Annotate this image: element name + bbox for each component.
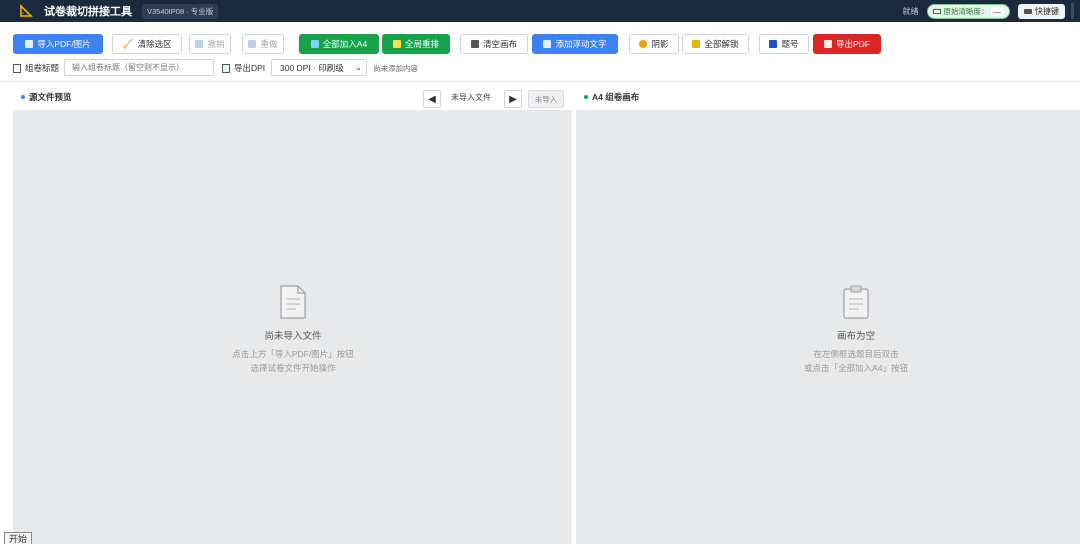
clear-selection-button[interactable]: 🧹 清除选区 [112, 34, 182, 54]
export-pdf-label: 导出PDF [835, 39, 870, 49]
canvas-empty-state: 画布为空 在左侧框选题目后双击 或点击「全部加入A4」按钮 [756, 284, 956, 375]
toolbar-divider [0, 81, 1080, 82]
clarity-label: 原始清晰度： [943, 6, 989, 16]
clarity-badge: 原始清晰度： — [926, 3, 1010, 19]
question-number-label: 题号 [781, 39, 799, 49]
add-all-a4-label: 全部加入A4 [322, 39, 368, 49]
clear-selection-label: 清除选区 [137, 39, 172, 49]
source-preview-title: 源文件预览 [29, 92, 72, 102]
source-empty-line2: 选择试卷文件开始操作 [250, 363, 336, 373]
question-number-button[interactable]: 题号 [759, 34, 809, 54]
download-icon [310, 40, 319, 48]
canvas-empty-hint: 在左侧框选题目后双击 或点击「全部加入A4」按钮 [756, 347, 956, 375]
add-all-a4-button[interactable]: 全部加入A4 [299, 34, 379, 54]
title-label: 组卷标题 [13, 62, 59, 74]
broom-icon: 🧹 [122, 38, 134, 49]
folder-icon [25, 40, 34, 48]
status-text: 就绪 [902, 6, 919, 16]
document-icon [543, 40, 552, 48]
canvas-empty-title: 画布为空 [836, 331, 875, 342]
undo-icon [195, 40, 204, 48]
dpi-select[interactable]: 300 DPI · 印刷级 ⌄ [271, 59, 367, 76]
chart-icon [222, 63, 230, 73]
lock-icon [692, 40, 701, 48]
chevron-down-icon: ⌄ [355, 63, 362, 72]
unlock-all-label: 全部解锁 [704, 39, 739, 49]
rearrange-button[interactable]: 全局重排 [382, 34, 450, 54]
source-preview-panel: 源文件预览 ◀ 未导入文件 ▶ 未导入 尚未导入文件 点击上方「导入PDF/图片… [13, 84, 572, 544]
pdf-icon [823, 40, 832, 48]
main-toolbar: 导入PDF/图片 🧹 清除选区 撤销 重做 全部加入A4 全局重排 清空画布 添… [0, 28, 1080, 56]
clear-canvas-label: 清空画布 [482, 39, 517, 49]
import-label: 导入PDF/图片 [37, 39, 91, 49]
shortcut-button[interactable]: 快捷键 [1018, 3, 1065, 19]
keyboard-icon [1024, 8, 1032, 14]
not-imported-button[interactable]: 未导入 [528, 90, 564, 108]
a4-canvas-header: A4 组卷画布 [576, 84, 1080, 110]
source-empty-title: 尚未导入文件 [264, 331, 322, 342]
rearrange-label: 全局重排 [404, 39, 439, 49]
title-label-text: 组卷标题 [25, 63, 60, 73]
canvas-empty-line2: 或点击「全部加入A4」按钮 [804, 363, 908, 373]
document-icon [280, 285, 306, 319]
dpi-value: 300 DPI · 印刷级 [280, 62, 344, 73]
next-page-button[interactable]: ▶ [504, 90, 522, 108]
dpi-label-text: 导出DPI [234, 63, 266, 73]
options-row: 组卷标题 导出DPI 300 DPI · 印刷级 ⌄ 尚未添加内容 [0, 58, 1080, 78]
redo-icon [248, 40, 257, 48]
content-hint: 尚未添加内容 [373, 64, 418, 73]
clipboard-icon [13, 63, 21, 73]
undo-button[interactable]: 撤销 [189, 34, 231, 54]
add-float-text-button[interactable]: 添加浮动文字 [532, 34, 618, 54]
prev-page-button[interactable]: ◀ [423, 90, 441, 108]
bullet-icon [584, 95, 588, 99]
a4-canvas-panel: A4 组卷画布 画布为空 在左侧框选题目后双击 或点击「全部加入A4」按钮 [576, 84, 1080, 544]
window-edge [1071, 3, 1074, 19]
dpi-label: 导出DPI [222, 62, 265, 74]
title-input[interactable] [64, 59, 214, 76]
add-float-text-label: 添加浮动文字 [555, 39, 607, 49]
redo-button[interactable]: 重做 [242, 34, 284, 54]
source-empty-hint: 点击上方「导入PDF/图片」按钮 选择试卷文件开始操作 [193, 347, 393, 375]
ruler-triangle-icon [18, 3, 34, 19]
shadow-icon [639, 40, 648, 48]
trash-icon [470, 40, 479, 48]
file-status: 未导入文件 [451, 93, 491, 102]
shadow-button[interactable]: 阴影 [629, 34, 679, 54]
app-title: 试卷裁切拼接工具 [44, 6, 132, 18]
ruler-icon [392, 40, 401, 48]
bullet-icon [21, 95, 25, 99]
a4-canvas-title: A4 组卷画布 [592, 92, 640, 102]
image-icon [932, 8, 941, 14]
a4-canvas-area[interactable]: 画布为空 在左侧框选题目后双击 或点击「全部加入A4」按钮 [576, 110, 1080, 544]
unlock-all-button[interactable]: 全部解锁 [682, 34, 749, 54]
shortcut-label: 快捷键 [1035, 6, 1059, 16]
number-icon [769, 40, 778, 48]
shadow-label: 阴影 [651, 39, 669, 49]
source-empty-line1: 点击上方「导入PDF/图片」按钮 [232, 349, 354, 359]
start-button[interactable]: 开始 [4, 532, 33, 544]
source-preview-area[interactable]: 尚未导入文件 点击上方「导入PDF/图片」按钮 选择试卷文件开始操作 [13, 110, 572, 544]
redo-label: 重做 [260, 39, 278, 49]
clear-canvas-button[interactable]: 清空画布 [460, 34, 528, 54]
title-bar: 试卷裁切拼接工具 V3540IP08 · 专业版 就绪 原始清晰度： — 快捷键 [0, 0, 1080, 22]
canvas-empty-line1: 在左侧框选题目后双击 [813, 349, 899, 359]
export-pdf-button[interactable]: 导出PDF [813, 34, 881, 54]
version-badge: V3540IP08 · 专业版 [142, 3, 219, 19]
source-preview-header: 源文件预览 ◀ 未导入文件 ▶ 未导入 [13, 84, 572, 110]
source-empty-state: 尚未导入文件 点击上方「导入PDF/图片」按钮 选择试卷文件开始操作 [193, 284, 393, 375]
import-button[interactable]: 导入PDF/图片 [13, 34, 103, 54]
undo-label: 撤销 [207, 39, 225, 49]
clarity-value: — [990, 6, 1004, 16]
clipboard-icon [843, 285, 869, 319]
